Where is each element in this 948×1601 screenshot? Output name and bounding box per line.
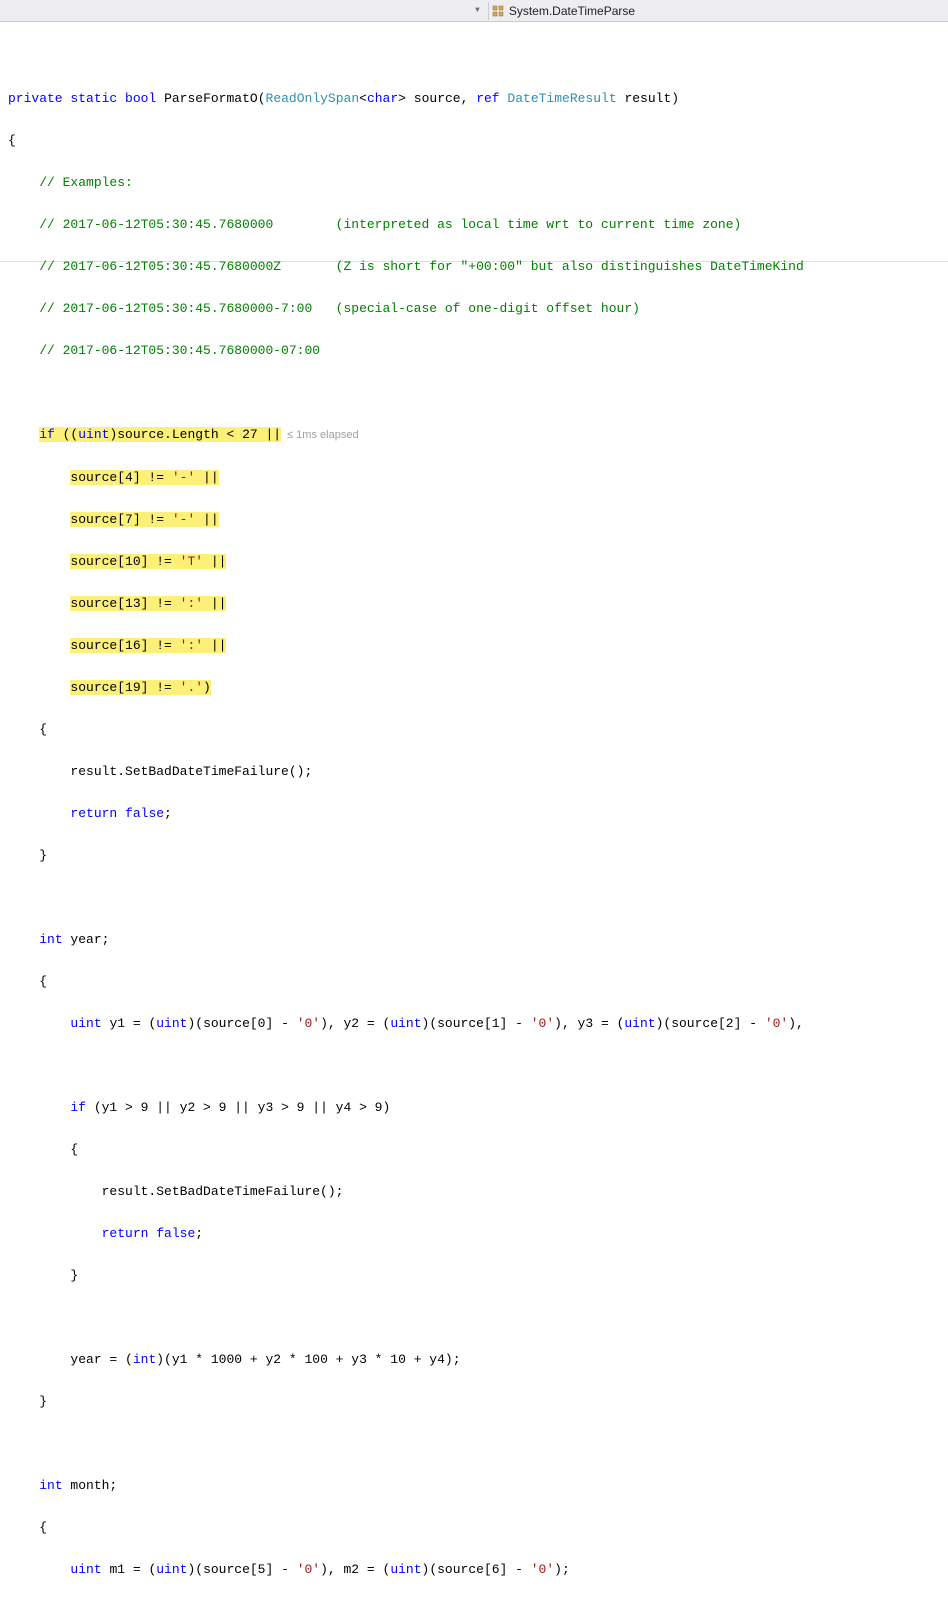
code-line: year = (int)(y1 * 1000 + y2 * 100 + y3 *…: [0, 1349, 948, 1370]
code-line: }: [0, 1265, 948, 1286]
code-line: uint y1 = (uint)(source[0] - '0'), y2 = …: [0, 1013, 948, 1034]
dropdown-arrow-icon[interactable]: ▼: [475, 6, 480, 15]
code-line: // 2017-06-12T05:30:45.7680000-7:00 (spe…: [0, 298, 948, 319]
perf-hint: ≤ 1ms elapsed: [287, 429, 358, 441]
code-line: // 2017-06-12T05:30:45.7680000-07:00: [0, 340, 948, 361]
code-line: source[7] != '-' ||: [0, 509, 948, 530]
code-line: return false;: [0, 1223, 948, 1244]
code-line: result.SetBadDateTimeFailure();: [0, 761, 948, 782]
code-line: // Examples:: [0, 172, 948, 193]
code-line: source[4] != '-' ||: [0, 467, 948, 488]
code-line: result.SetBadDateTimeFailure();: [0, 1181, 948, 1202]
code-line: {: [0, 971, 948, 992]
code-line: private static bool ParseFormatO(ReadOnl…: [0, 88, 948, 109]
code-line: // 2017-06-12T05:30:45.7680000Z (Z is sh…: [0, 256, 948, 277]
code-line: {: [0, 719, 948, 740]
code-line: [0, 1307, 948, 1328]
code-line: source[13] != ':' ||: [0, 593, 948, 614]
code-line: uint m1 = (uint)(source[5] - '0'), m2 = …: [0, 1559, 948, 1580]
breadcrumb-toolbar: ▼ System.DateTimeParse: [0, 0, 948, 22]
code-line: int month;: [0, 1475, 948, 1496]
code-line: source[19] != '.'): [0, 677, 948, 698]
breadcrumb-class[interactable]: System.DateTimeParse: [509, 4, 635, 18]
code-line: // 2017-06-12T05:30:45.7680000 (interpre…: [0, 214, 948, 235]
code-line: [0, 1433, 948, 1454]
code-line: {: [0, 1517, 948, 1538]
code-line: return false;: [0, 803, 948, 824]
toolbar-divider: [488, 2, 489, 20]
code-editor[interactable]: private static bool ParseFormatO(ReadOnl…: [0, 22, 948, 1601]
code-line: source[10] != 'T' ||: [0, 551, 948, 572]
code-line: source[16] != ':' ||: [0, 635, 948, 656]
code-line: if ((uint)source.Length < 27 ||≤ 1ms ela…: [0, 424, 948, 446]
code-line: }: [0, 1391, 948, 1412]
class-icon: [491, 4, 505, 18]
code-line: {: [0, 130, 948, 151]
code-line: [0, 1055, 948, 1076]
code-line: [0, 887, 948, 908]
code-line: [0, 382, 948, 403]
code-line: {: [0, 1139, 948, 1160]
code-line: if (y1 > 9 || y2 > 9 || y3 > 9 || y4 > 9…: [0, 1097, 948, 1118]
code-line: }: [0, 845, 948, 866]
code-line: int year;: [0, 929, 948, 950]
